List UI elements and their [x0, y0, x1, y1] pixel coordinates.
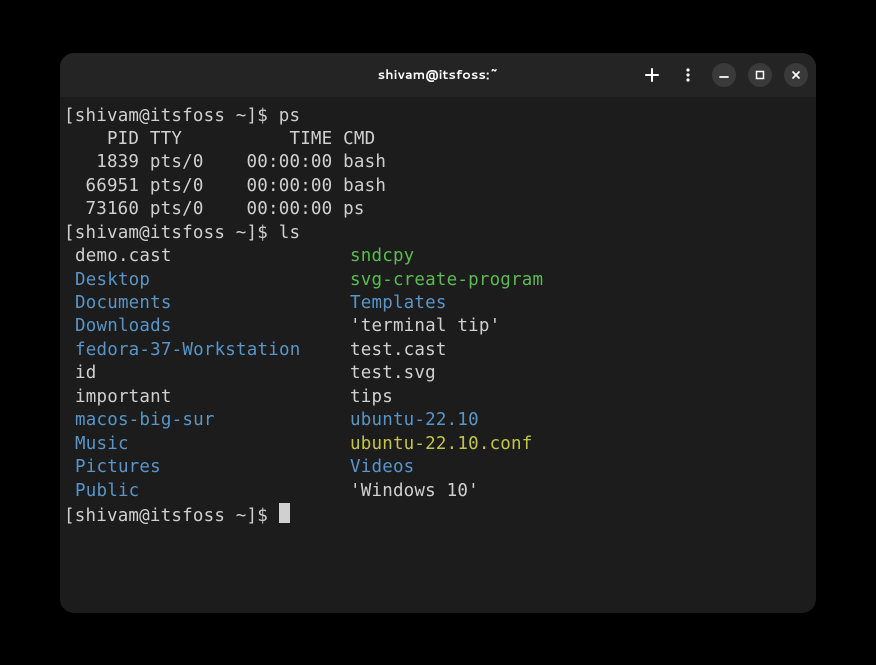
ls-entry: ubuntu-22.10 [350, 409, 479, 432]
ls-output: demo.castsndcpyDesktopsvg-create-program… [64, 245, 812, 503]
ls-entry: test.cast [350, 339, 447, 362]
prompt-user-host: shivam@itsfoss [75, 223, 225, 243]
ps-row: 66951 pts/0 00:00:00 bash [64, 176, 386, 196]
ls-entry: demo.cast [64, 245, 350, 268]
terminal-window: shivam@itsfoss:~ [shivam@itsfoss ~]$ ps … [60, 53, 816, 613]
command-ps: ps [279, 106, 300, 126]
ls-entry: 'Windows 10' [350, 480, 479, 503]
list-item: Downloads'terminal tip' [64, 315, 812, 338]
ls-entry: Documents [64, 292, 350, 315]
list-item: idtest.svg [64, 362, 812, 385]
titlebar: shivam@itsfoss:~ [60, 53, 816, 97]
list-item: importanttips [64, 386, 812, 409]
cursor-icon [279, 503, 290, 523]
window-controls [640, 63, 808, 87]
terminal-content[interactable]: [shivam@itsfoss ~]$ ps PID TTY TIME CMD … [60, 97, 816, 613]
prompt-line: [shivam@itsfoss ~]$ ls [64, 223, 300, 243]
new-tab-button[interactable] [640, 63, 664, 87]
minimize-button[interactable] [712, 63, 736, 87]
ls-entry: test.svg [350, 362, 436, 385]
ps-row: 1839 pts/0 00:00:00 bash [64, 152, 386, 172]
prompt-user-host: shivam@itsfoss [75, 106, 225, 126]
list-item: PicturesVideos [64, 456, 812, 479]
maximize-button[interactable] [748, 63, 772, 87]
ls-entry: important [64, 386, 350, 409]
window-title: shivam@itsfoss:~ [378, 66, 499, 84]
ps-row: 73160 pts/0 00:00:00 ps [64, 199, 365, 219]
list-item: Public'Windows 10' [64, 480, 812, 503]
prompt-line: [shivam@itsfoss ~]$ ps [64, 106, 300, 126]
ls-entry: Videos [350, 456, 414, 479]
ls-entry: Downloads [64, 315, 350, 338]
ls-entry: Templates [350, 292, 447, 315]
prompt-line: [shivam@itsfoss ~]$ [64, 506, 279, 526]
ls-entry: svg-create-program [350, 269, 543, 292]
list-item: macos-big-surubuntu-22.10 [64, 409, 812, 432]
ls-entry: Music [64, 433, 350, 456]
list-item: fedora-37-Workstationtest.cast [64, 339, 812, 362]
ls-entry: sndcpy [350, 245, 414, 268]
ls-entry: Public [64, 480, 350, 503]
ls-entry: macos-big-sur [64, 409, 350, 432]
close-button[interactable] [784, 63, 808, 87]
menu-button[interactable] [676, 63, 700, 87]
command-ls: ls [279, 223, 300, 243]
ls-entry: id [64, 362, 350, 385]
ls-entry: Pictures [64, 456, 350, 479]
list-item: DocumentsTemplates [64, 292, 812, 315]
list-item: Musicubuntu-22.10.conf [64, 433, 812, 456]
ls-entry: fedora-37-Workstation [64, 339, 350, 362]
ps-header: PID TTY TIME CMD [64, 129, 375, 149]
ls-entry: tips [350, 386, 393, 409]
ls-entry: 'terminal tip' [350, 315, 500, 338]
ls-entry: Desktop [64, 269, 350, 292]
list-item: Desktopsvg-create-program [64, 269, 812, 292]
ls-entry: ubuntu-22.10.conf [350, 433, 533, 456]
list-item: demo.castsndcpy [64, 245, 812, 268]
prompt-user-host: shivam@itsfoss [75, 506, 225, 526]
